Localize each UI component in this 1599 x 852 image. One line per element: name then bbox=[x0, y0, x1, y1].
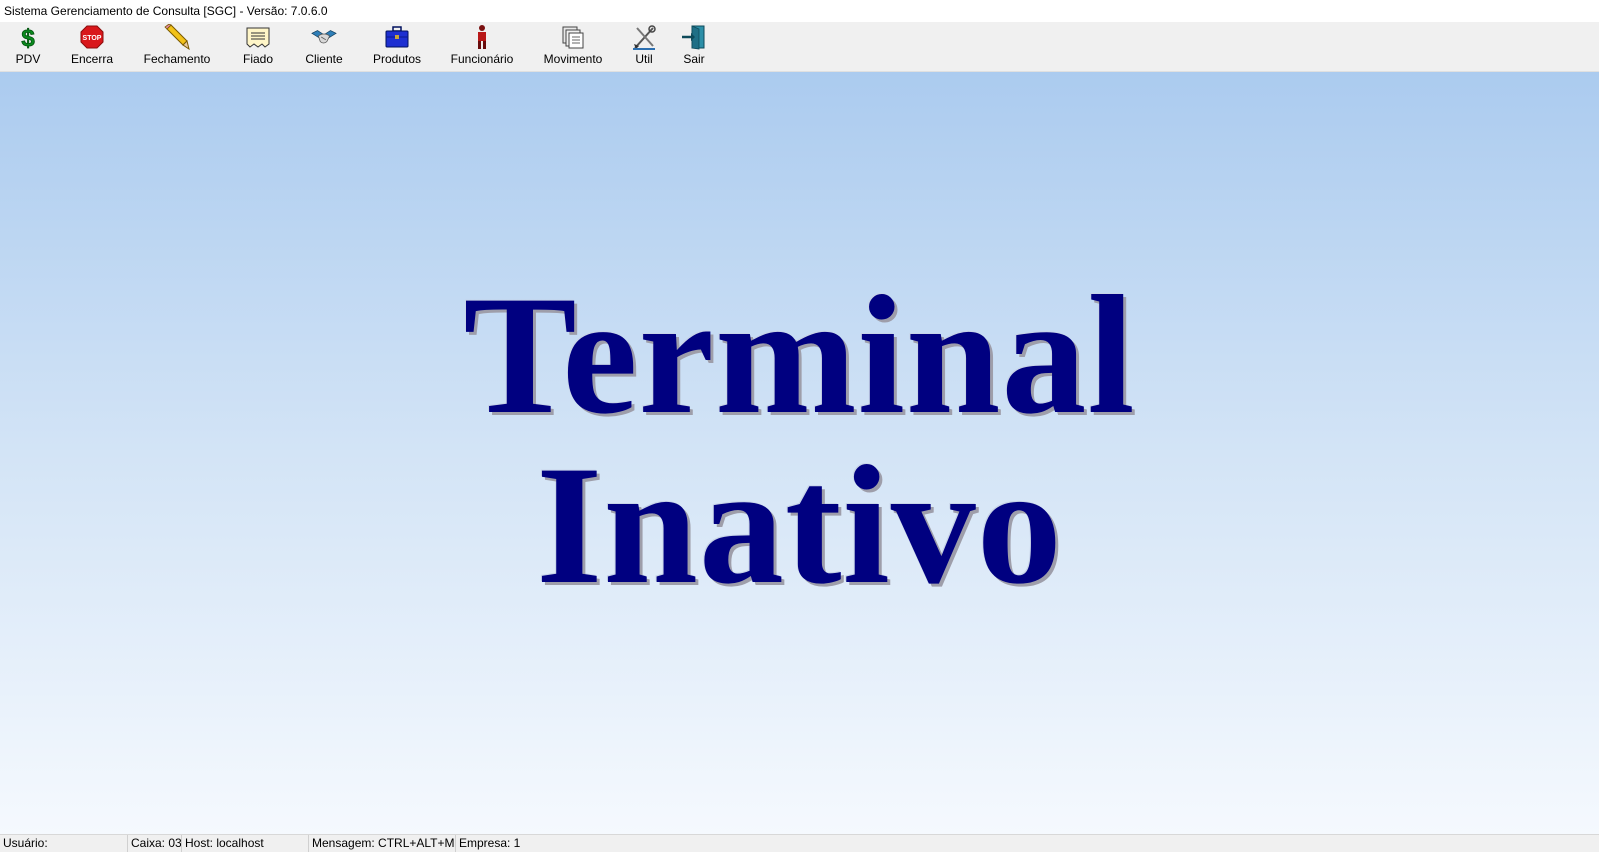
pdv-label: PDV bbox=[15, 52, 41, 66]
status-host: Host: localhost bbox=[182, 835, 309, 852]
status-usuario: Usuário: bbox=[0, 835, 128, 852]
funcionario-button[interactable]: Funcionário bbox=[450, 24, 514, 70]
status-mensagem: Mensagem: CTRL+ALT+M bbox=[309, 835, 456, 852]
encerra-button[interactable]: STOP Encerra bbox=[70, 24, 114, 70]
exit-door-icon bbox=[681, 24, 707, 50]
window-title: Sistema Gerenciamento de Consulta [SGC] … bbox=[0, 0, 1599, 22]
svg-text:$: $ bbox=[21, 25, 35, 50]
dollar-icon: $ bbox=[15, 24, 41, 50]
status-empresa: Empresa: 1 bbox=[459, 836, 521, 850]
pdv-button[interactable]: $ PDV bbox=[10, 24, 46, 70]
produtos-label: Produtos bbox=[372, 52, 422, 66]
briefcase-icon bbox=[384, 24, 410, 50]
terminal-status-line1: Terminal bbox=[463, 261, 1136, 449]
fiado-label: Fiado bbox=[242, 52, 274, 66]
terminal-status-line2: Inativo bbox=[536, 431, 1063, 619]
pencil-icon bbox=[164, 24, 190, 50]
handshake-icon bbox=[311, 24, 337, 50]
cliente-button[interactable]: Cliente bbox=[302, 24, 346, 70]
person-icon bbox=[469, 24, 495, 50]
svg-text:STOP: STOP bbox=[83, 35, 102, 42]
sair-button[interactable]: Sair bbox=[678, 24, 710, 70]
fechamento-button[interactable]: Fechamento bbox=[142, 24, 212, 70]
sair-label: Sair bbox=[683, 52, 705, 66]
fechamento-label: Fechamento bbox=[143, 52, 211, 66]
movimento-button[interactable]: Movimento bbox=[542, 24, 604, 70]
produtos-button[interactable]: Produtos bbox=[370, 24, 424, 70]
stop-sign-icon: STOP bbox=[79, 24, 105, 50]
app-window: Sistema Gerenciamento de Consulta [SGC] … bbox=[0, 0, 1599, 852]
util-label: Util bbox=[635, 52, 653, 66]
encerra-label: Encerra bbox=[70, 52, 114, 66]
fiado-button[interactable]: Fiado bbox=[240, 24, 276, 70]
tools-icon bbox=[631, 24, 657, 50]
status-bar: Usuário: Caixa: 03 Host: localhost Mensa… bbox=[0, 834, 1599, 852]
movimento-label: Movimento bbox=[543, 52, 603, 66]
main-area: Terminal Inativo bbox=[0, 72, 1599, 834]
cliente-label: Cliente bbox=[305, 52, 343, 66]
funcionario-label: Funcionário bbox=[450, 52, 514, 66]
toolbar: $ PDV STOP Encerra Fechamento Fiado Clie… bbox=[0, 22, 1599, 72]
note-icon bbox=[245, 24, 271, 50]
util-button[interactable]: Util bbox=[628, 24, 660, 70]
status-caixa: Caixa: 03 bbox=[128, 835, 182, 852]
documents-icon bbox=[560, 24, 586, 50]
